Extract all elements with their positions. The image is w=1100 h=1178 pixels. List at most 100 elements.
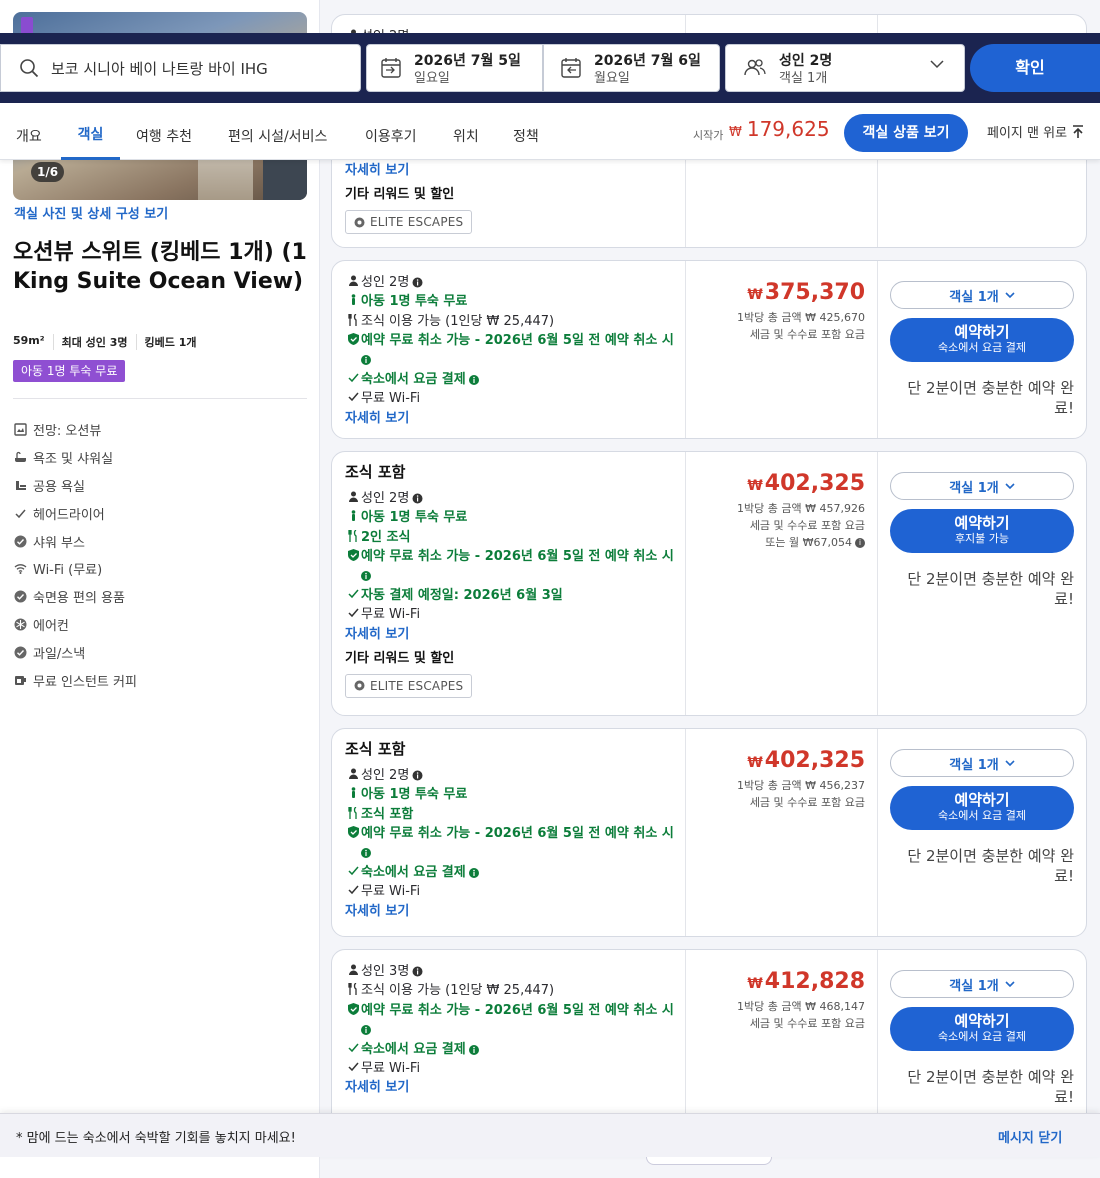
wifi-icon (14, 564, 27, 575)
feature-adults: 성인 2명 (345, 273, 675, 292)
urgency-text: 단 2분이면 충분한 예약 완료! (907, 379, 1074, 417)
room-photos-link[interactable]: 객실 사진 및 상세 구성 보기 (14, 203, 168, 222)
price-total: 1박당 총 금액 ₩ 425,670 (737, 311, 865, 324)
tab-rooms[interactable]: 객실 (61, 103, 120, 160)
details-link[interactable]: 자세히 보기 (345, 409, 675, 428)
search-bar: 보코 시니아 베이 나트랑 바이 IHG 2026년 7월 5일 일요일 2026… (0, 33, 1100, 103)
feature-wifi: 무료 Wi-Fi (345, 882, 675, 901)
feature-child: 아동 1명 투숙 무료 (345, 508, 675, 527)
details-link[interactable]: 자세히 보기 (345, 902, 675, 921)
info-icon[interactable]: i (855, 538, 865, 548)
shield-icon (347, 549, 359, 562)
promo-message-bar: * 맘에 드는 숙소에서 숙박할 기회를 놓치지 마세요! 메시지 닫기 (0, 1113, 1100, 1157)
room-qty-select[interactable]: 객실 1개 (890, 281, 1074, 309)
elite-escapes-badge: ELITE ESCAPES (345, 210, 473, 234)
room-qty-select[interactable]: 객실 1개 (890, 749, 1074, 777)
tab-location[interactable]: 위치 (453, 103, 479, 160)
tab-overview[interactable]: 개요 (16, 103, 42, 160)
tab-policies[interactable]: 정책 (513, 103, 539, 160)
feature-wifi: 무료 Wi-Fi (345, 605, 675, 624)
section-tabs: 개요 객실 여행 추천 편의 시설/서비스 이용후기 위치 정책 시작가 ₩17… (0, 103, 1100, 160)
room-qty-select[interactable]: 객실 1개 (890, 970, 1074, 998)
rate-card: 성인 3명 조식 이용 가능 (1인당 ₩ 25,447) 예약 무료 취소 가… (331, 949, 1087, 1139)
price: ₩402,325 (747, 471, 865, 496)
cutlery-icon (347, 806, 357, 819)
rate-card: 성인 2명 아동 1명 투숙 무료 조식 이용 가능 (1인당 ₩ 25,447… (331, 260, 1087, 439)
feature-child: 아동 1명 투숙 무료 (345, 292, 675, 311)
amenity-item: 과일/스낵 (14, 638, 137, 666)
urgency-text: 단 2분이면 충분한 예약 완료! (907, 570, 1074, 608)
info-icon[interactable] (468, 1044, 479, 1055)
person-icon (348, 275, 358, 286)
info-icon[interactable] (361, 1024, 371, 1035)
rewards-heading: 기타 리워드 및 할인 (345, 187, 455, 202)
room-qty-select[interactable]: 객실 1개 (890, 472, 1074, 500)
price-tax-note: 세금 및 수수료 포함 요금 (749, 1017, 865, 1030)
room-bed: 킹베드 1개 (135, 334, 205, 350)
child-icon (351, 787, 355, 799)
info-icon[interactable] (412, 770, 423, 781)
feature-adults: 성인 2명 (345, 766, 675, 785)
check-icon (15, 509, 26, 518)
urgency-text: 단 2분이면 충분한 예약 완료! (907, 847, 1074, 885)
child-free-badge: 아동 1명 투숙 무료 (13, 360, 126, 382)
checkin-field[interactable]: 2026년 7월 5일 일요일 (366, 44, 543, 92)
feature-child: 아동 1명 투숙 무료 (345, 785, 675, 804)
check-icon (347, 589, 359, 599)
info-icon[interactable] (361, 848, 371, 859)
feature-payment: 숙소에서 요금 결제 (345, 863, 675, 882)
back-to-top-link[interactable]: 페이지 맨 위로 (987, 122, 1084, 141)
rate-headline: 조식 포함 (345, 740, 406, 758)
book-button[interactable]: 예약하기 후지불 가능 (890, 509, 1074, 553)
calendar-checkin-icon (381, 58, 401, 78)
view-rooms-button[interactable]: 객실 상품 보기 (844, 114, 968, 152)
details-link[interactable]: 자세히 보기 (345, 1078, 675, 1097)
guests-field[interactable]: 성인 2명 객실 1개 (725, 44, 965, 92)
book-button[interactable]: 예약하기 숙소에서 요금 결제 (890, 318, 1074, 362)
search-icon (20, 59, 39, 78)
confirm-button[interactable]: 확인 (970, 44, 1100, 92)
book-button[interactable]: 예약하기 숙소에서 요금 결제 (890, 786, 1074, 830)
details-link[interactable]: 자세히 보기 (345, 625, 675, 644)
book-button[interactable]: 예약하기 숙소에서 요금 결제 (890, 1007, 1074, 1051)
promo-message: * 맘에 드는 숙소에서 숙박할 기회를 놓치지 마세요! (16, 1131, 296, 1146)
rate-headline: 조식 포함 (345, 463, 406, 481)
info-icon[interactable] (412, 277, 423, 288)
from-price-label: 시작가 (693, 129, 724, 142)
from-price: ₩179,625 (729, 117, 830, 141)
feature-breakfast: 조식 이용 가능 (1인당 ₩ 25,447) (345, 312, 675, 331)
tab-reviews[interactable]: 이용후기 (365, 103, 417, 160)
checkout-field[interactable]: 2026년 7월 6일 월요일 (543, 44, 720, 92)
info-icon[interactable] (412, 493, 423, 504)
snowflake-icon (14, 618, 27, 631)
view-icon (14, 423, 27, 437)
room-max-occupancy: 최대 성인 3명 (52, 334, 136, 350)
info-icon[interactable] (468, 375, 479, 386)
search-query: 보코 시니아 베이 나트랑 바이 IHG (51, 59, 268, 78)
info-icon[interactable] (468, 868, 479, 879)
info-icon[interactable] (361, 571, 371, 582)
chevron-down-icon (1005, 291, 1015, 298)
divider (13, 398, 307, 399)
check-icon (347, 866, 359, 876)
check-icon (347, 1043, 359, 1052)
close-message-button[interactable]: 메시지 닫기 (998, 1127, 1062, 1146)
bathtub-icon (15, 452, 26, 463)
info-icon[interactable] (361, 355, 371, 366)
amenity-item: 헤어드라이어 (14, 499, 137, 527)
price-tax-note: 세금 및 수수료 포함 요금 (749, 796, 865, 809)
tab-amenities[interactable]: 편의 시설/서비스 (228, 103, 327, 160)
info-icon[interactable] (412, 966, 423, 977)
arrow-up-icon (1073, 124, 1084, 138)
amenity-list: 전망: 오션뷰 욕조 및 샤워실 공용 욕실 헤어드라이어 샤워 부스 Wi-F… (14, 416, 137, 694)
rate-card: 조식 포함 성인 2명 아동 1명 투숙 무료 2인 조식 예약 무료 취소 가… (331, 451, 1087, 716)
feature-adults: 성인 3명 (345, 962, 675, 981)
tab-travel-recs[interactable]: 여행 추천 (136, 103, 192, 160)
feature-cancel: 예약 무료 취소 가능 - 2026년 6월 5일 전 예약 취소 시 (345, 1001, 675, 1040)
price-tax-note: 세금 및 수수료 포함 요금 (749, 328, 865, 341)
check-circle-icon (14, 535, 27, 548)
details-link[interactable]: 자세히 보기 (345, 161, 675, 180)
feature-payment: 숙소에서 요금 결제 (345, 370, 675, 389)
shield-icon (347, 826, 359, 839)
search-input[interactable]: 보코 시니아 베이 나트랑 바이 IHG (0, 44, 361, 92)
